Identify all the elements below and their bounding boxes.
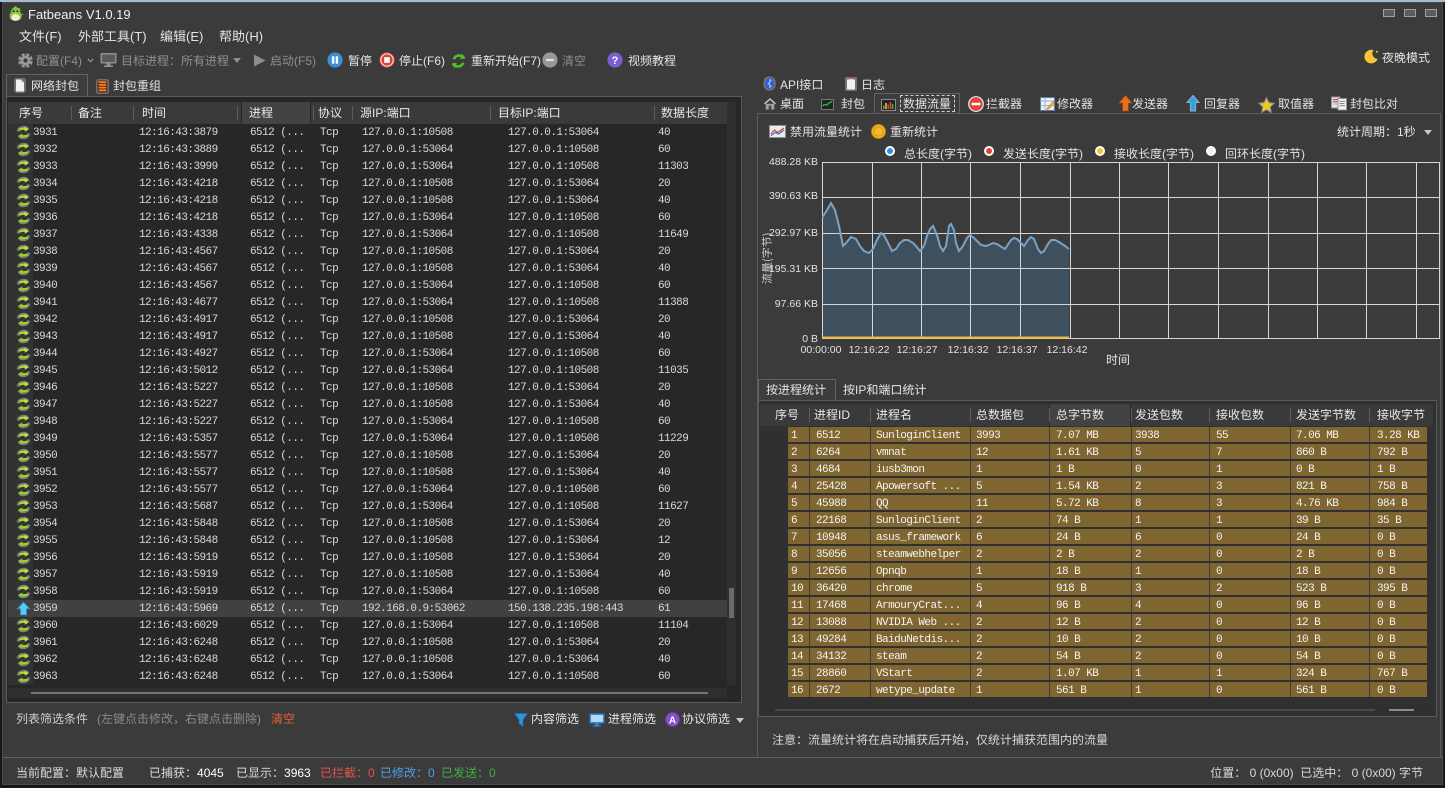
svg-text:流量(字节): 流量(字节) [760, 233, 774, 284]
svg-text:A: A [669, 715, 676, 726]
svg-text:?: ? [612, 55, 619, 67]
